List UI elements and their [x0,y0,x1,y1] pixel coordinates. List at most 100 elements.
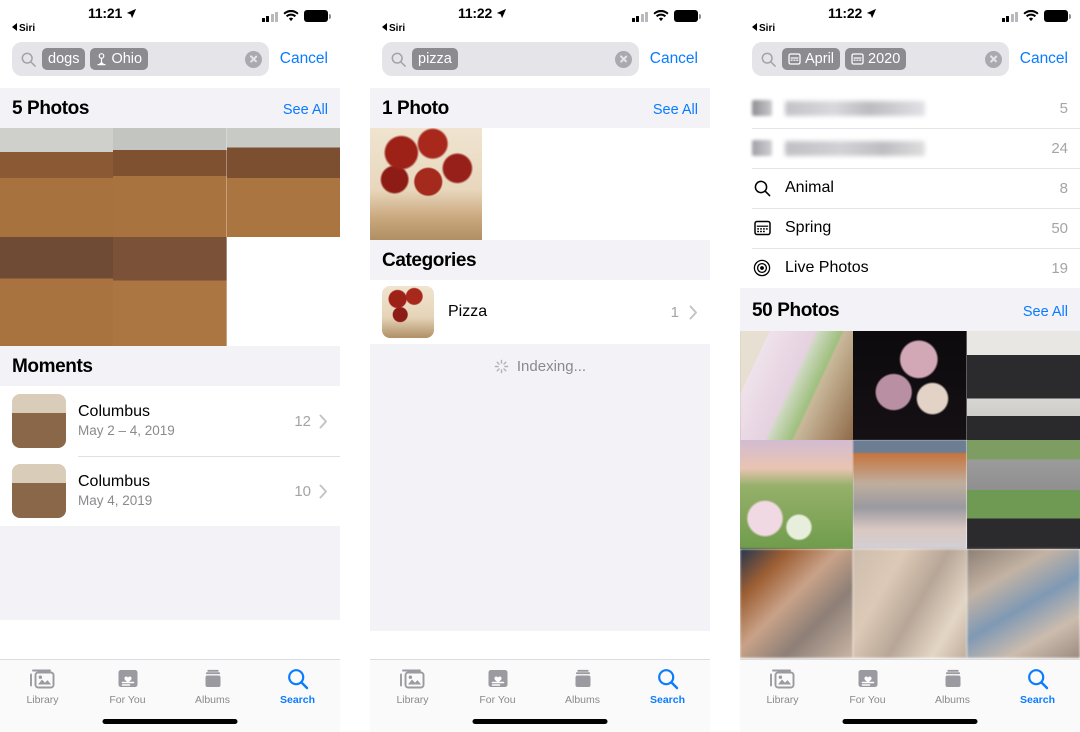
phone-screen-pizza: 11:22 Siri pizza Cancel 1 Photo See All [370,0,710,732]
tab-for-you[interactable]: For You [85,660,170,706]
for-you-card-icon [857,667,879,690]
tab-for-you[interactable]: For You [825,660,910,706]
list-item[interactable]: Columbus May 2 – 4, 2019 12 [0,386,340,456]
moment-text: Columbus May 4, 2019 [78,472,294,510]
search-icon [752,178,772,198]
tab-search[interactable]: Search [625,660,710,706]
search-token-april[interactable]: April [782,48,841,70]
tab-search[interactable]: Search [995,660,1080,706]
token-label: dogs [48,51,80,67]
home-indicator [472,719,608,724]
search-input[interactable]: dogs Ohio [12,42,269,76]
tab-label: Search [279,694,316,706]
empty-area [0,526,340,620]
search-icon [761,52,776,67]
indexing-label: Indexing... [516,357,587,375]
moments-section-header: Moments [0,346,340,386]
photo-thumbnail[interactable] [0,237,114,346]
tab-library[interactable]: Library [370,660,455,706]
cellular-bars-icon [1001,11,1018,22]
photo-thumbnail[interactable] [113,128,227,237]
search-input[interactable]: pizza [382,42,639,76]
wifi-icon [283,10,299,22]
photo-grid [0,128,340,346]
photo-thumbnail[interactable] [966,440,1080,549]
location-arrow-icon [496,8,507,19]
status-time: 11:22 [458,5,507,21]
back-to-siri[interactable]: Siri [12,23,35,34]
tab-search[interactable]: Search [255,660,340,706]
photos-section-header: 5 Photos See All [0,88,340,128]
list-item[interactable]: Live Photos 19 [740,248,1080,288]
photo-grid [370,128,710,240]
photos-section-header: 50 Photos See All [740,288,1080,331]
back-to-siri[interactable]: Siri [382,23,405,34]
clear-circle-icon[interactable] [244,50,262,68]
see-all-button[interactable]: See All [1023,304,1068,320]
categories-list: Pizza 1 [370,280,710,344]
photo-thumbnail[interactable] [0,128,114,237]
cancel-button[interactable]: Cancel [280,50,328,68]
suggestion-count: 19 [1051,259,1068,277]
tab-label: For You [849,694,886,706]
moment-count: 10 [294,482,311,500]
search-token-ohio[interactable]: Ohio [90,48,149,70]
phone-screen-april-2020: 11:22 Siri April 2020 Cancel 5 24 Animal… [740,0,1080,732]
empty-area [370,388,710,631]
photo-thumbnail[interactable] [966,549,1080,658]
list-item[interactable]: Columbus May 4, 2019 10 [0,456,340,526]
moment-count: 12 [294,412,311,430]
photos-section-header: 1 Photo See All [370,88,710,128]
list-item[interactable]: Pizza 1 [370,280,710,344]
list-item[interactable]: Animal 8 [740,168,1080,208]
photo-thumbnail[interactable] [226,128,340,237]
page-title: 5 Photos [12,98,90,119]
location-arrow-icon [126,8,137,19]
search-icon [1027,667,1049,690]
moment-text: Columbus May 2 – 4, 2019 [78,402,294,440]
albums-stack-icon [942,667,964,690]
photo-thumbnail[interactable] [966,331,1080,440]
tab-for-you[interactable]: For You [455,660,540,706]
cancel-button[interactable]: Cancel [1020,50,1068,68]
page-title: 50 Photos [752,300,840,321]
tab-albums[interactable]: Albums [540,660,625,706]
list-item[interactable]: 24 [740,128,1080,168]
photo-thumbnail[interactable] [740,549,854,658]
back-to-siri[interactable]: Siri [752,23,775,34]
photo-thumbnail[interactable] [853,331,967,440]
cancel-button[interactable]: Cancel [650,50,698,68]
token-label: pizza [418,51,452,67]
list-item[interactable]: Spring 50 [740,208,1080,248]
search-bar: pizza Cancel [370,42,710,88]
tab-label: Albums [564,694,600,706]
status-bar: 11:21 Siri [0,0,340,42]
tab-library[interactable]: Library [0,660,85,706]
status-time: 11:21 [88,5,137,21]
search-token-2020[interactable]: 2020 [845,48,907,70]
search-bar: April 2020 Cancel [740,42,1080,88]
tab-label: Search [649,694,686,706]
photo-thumbnail[interactable] [853,440,967,549]
photo-thumbnail[interactable] [740,440,854,549]
tab-albums[interactable]: Albums [170,660,255,706]
photo-thumbnail[interactable] [370,128,482,240]
list-item[interactable]: 5 [740,88,1080,128]
search-input[interactable]: April 2020 [752,42,1009,76]
photo-thumbnail[interactable] [853,549,967,658]
token-label: April [805,51,835,67]
tab-albums[interactable]: Albums [910,660,995,706]
see-all-button[interactable]: See All [653,102,698,118]
photo-thumbnail[interactable] [113,237,227,346]
redacted-icon [752,138,772,158]
tab-library[interactable]: Library [740,660,825,706]
search-token-pizza[interactable]: pizza [412,48,458,70]
clear-circle-icon[interactable] [614,50,632,68]
photo-thumbnail[interactable] [740,331,854,440]
battery-icon [1044,10,1071,22]
moment-date: May 4, 2019 [78,493,153,508]
search-token-dogs[interactable]: dogs [42,48,86,70]
clear-circle-icon[interactable] [984,50,1002,68]
see-all-button[interactable]: See All [283,102,328,118]
three-phone-screenshots: 11:21 Siri dogs Ohio Cancel 5 Photos See… [0,0,1080,732]
